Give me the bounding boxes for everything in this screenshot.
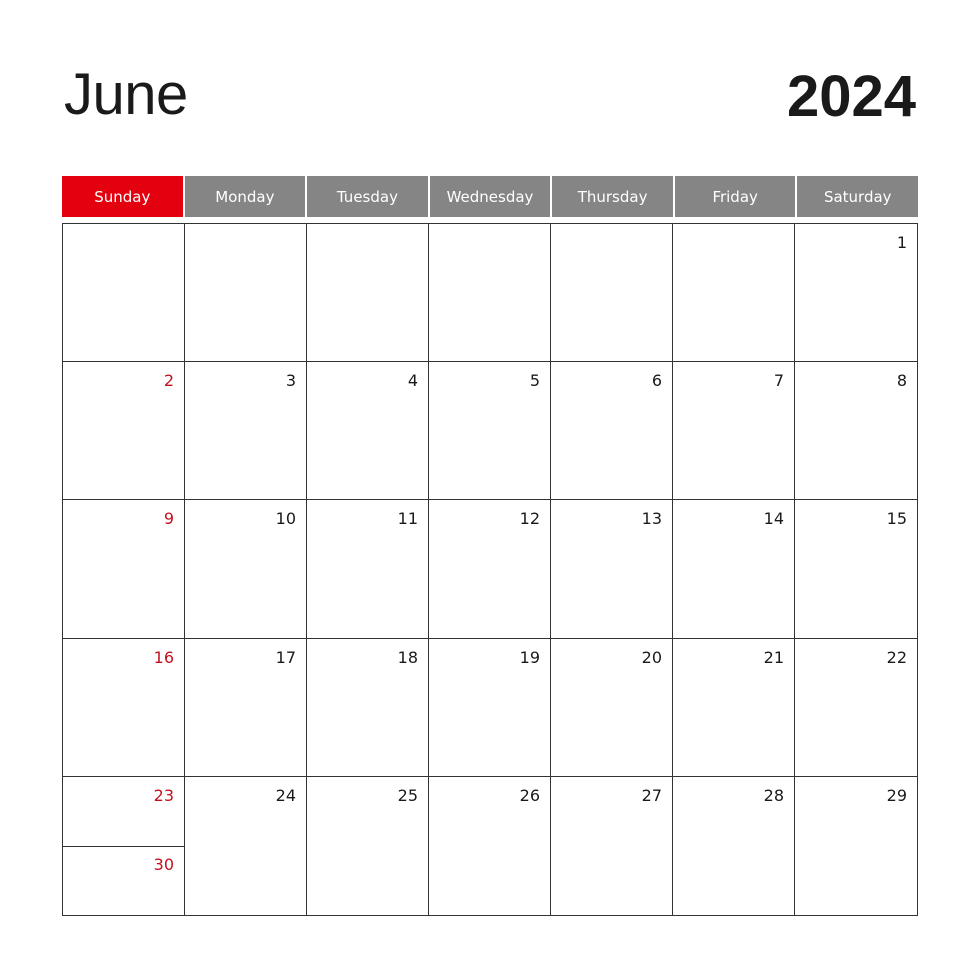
day-number: 16 (153, 647, 174, 667)
day-number: 13 (641, 509, 662, 529)
day-cell[interactable]: 17 (185, 638, 307, 777)
day-cell[interactable] (429, 224, 551, 363)
day-cell[interactable]: 5 (429, 362, 551, 501)
day-cell[interactable]: 12 (429, 500, 551, 639)
day-cell[interactable] (551, 224, 673, 363)
day-number: 18 (397, 647, 418, 667)
day-cell[interactable]: 3 (185, 362, 307, 501)
day-cell[interactable]: 4 (307, 362, 429, 501)
day-number: 28 (763, 785, 784, 805)
weekday-monday: Monday (184, 176, 308, 217)
day-cell[interactable]: 6 (551, 362, 673, 501)
day-number: 4 (407, 371, 418, 391)
day-cell[interactable]: 18 (307, 638, 429, 777)
day-cell[interactable]: 26 (429, 776, 551, 915)
day-number: 3 (285, 371, 296, 391)
day-number: 9 (163, 509, 174, 529)
day-cell[interactable] (673, 224, 795, 363)
day-cell[interactable]: 11 (307, 500, 429, 639)
day-number: 2 (163, 371, 174, 391)
day-cell[interactable]: 9 (63, 500, 185, 639)
day-number: 5 (529, 371, 540, 391)
day-number: 21 (763, 647, 784, 667)
year-title: 2024 (786, 64, 916, 129)
day-number: 23 (153, 785, 174, 805)
day-number: 27 (641, 785, 662, 805)
weekday-wednesday: Wednesday (429, 176, 553, 217)
day-cell[interactable]: 1 (795, 224, 917, 363)
day-number: 1 (896, 233, 907, 252)
day-cell[interactable]: 13 (551, 500, 673, 639)
day-cell[interactable]: 15 (795, 500, 917, 639)
day-cell[interactable]: 25 (307, 776, 429, 915)
day-cell[interactable] (185, 224, 307, 363)
day-number: 26 (519, 785, 540, 805)
day-cell[interactable]: 14 (673, 500, 795, 639)
day-cell[interactable] (63, 224, 185, 363)
day-cell[interactable]: 19 (429, 638, 551, 777)
day-cell[interactable]: 16 (63, 638, 185, 777)
day-cell[interactable]: 27 (551, 776, 673, 915)
day-number: 30 (153, 854, 174, 874)
weekday-header: Sunday Monday Tuesday Wednesday Thursday Frid… (62, 176, 919, 217)
day-cell[interactable] (307, 224, 429, 363)
day-cell[interactable]: 23 30 (63, 776, 185, 915)
weekday-thursday: Thursday (552, 176, 675, 217)
day-cell[interactable]: 10 (185, 500, 307, 639)
day-number: 22 (886, 647, 907, 667)
day-number: 14 (763, 509, 784, 529)
weekday-saturday: Saturday (797, 176, 919, 217)
weekday-friday: Friday (674, 176, 798, 217)
day-cell[interactable]: 20 (551, 638, 673, 777)
day-cell[interactable]: 21 (673, 638, 795, 777)
day-cell[interactable]: 24 (185, 776, 307, 915)
day-number: 11 (397, 509, 418, 529)
day-number: 20 (641, 647, 662, 667)
day-number: 6 (651, 371, 662, 391)
day-number: 25 (397, 785, 418, 805)
day-number: 29 (886, 785, 907, 805)
day-cell[interactable]: 7 (673, 362, 795, 501)
day-number: 8 (896, 371, 907, 391)
calendar-grid: 1 2 3 4 5 6 7 8 9 10 11 12 13 14 15 16 17 18 19 20 21 22 23 30 2… (62, 223, 918, 916)
day-cell[interactable]: 29 (795, 777, 917, 915)
day-number: 17 (275, 647, 296, 667)
day-number: 15 (886, 509, 907, 529)
day-number: 10 (275, 509, 296, 529)
day-cell[interactable]: 8 (795, 362, 917, 501)
day-cell[interactable]: 2 (63, 362, 185, 501)
day-number: 7 (773, 371, 784, 391)
day-cell[interactable]: 22 (795, 639, 917, 777)
day-number: 24 (275, 785, 296, 805)
day-number: 19 (519, 647, 540, 667)
day-number: 12 (519, 509, 540, 529)
weekday-sunday: Sunday (62, 176, 185, 217)
weekday-tuesday: Tuesday (307, 176, 430, 217)
day-cell[interactable]: 28 (673, 776, 795, 915)
cell-divider (63, 845, 184, 847)
month-title: June (64, 62, 188, 127)
